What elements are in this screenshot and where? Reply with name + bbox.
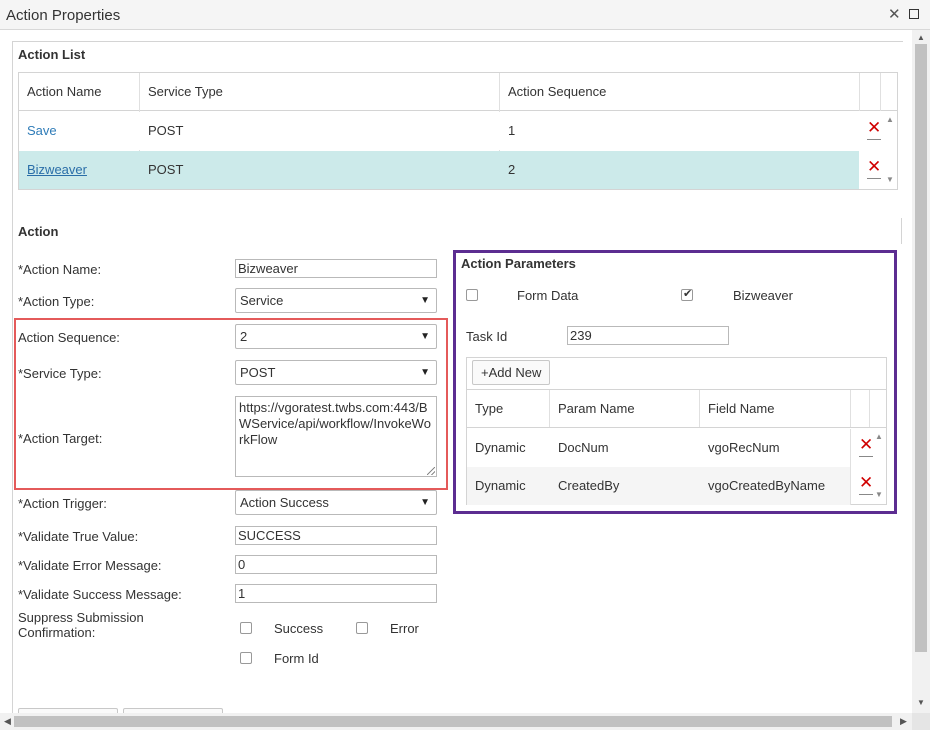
action-name-link[interactable]: Bizweaver: [19, 151, 139, 189]
delete-x-icon[interactable]: ✕: [867, 158, 881, 179]
suppress-label-2: Confirmation:: [18, 625, 96, 640]
task-id-label: Task Id: [466, 329, 508, 344]
form-data-label: Form Data: [517, 288, 579, 303]
suppress-formid-checkbox[interactable]: [240, 652, 252, 664]
column-header-service-type[interactable]: Service Type: [140, 73, 500, 111]
action-trigger-value: Action Success: [240, 495, 329, 510]
scrollbar-thumb[interactable]: [14, 716, 892, 727]
highlight-box-red: [14, 318, 448, 490]
validate-true-input[interactable]: SUCCESS: [235, 526, 437, 545]
task-id-input[interactable]: 239: [567, 326, 729, 345]
table-row-selected[interactable]: Bizweaver POST 2: [19, 151, 859, 189]
service-type-cell: POST: [148, 123, 184, 138]
validate-success-label: *Validate Success Message:: [18, 587, 182, 602]
suppress-label: Suppress Submission: [18, 610, 144, 625]
close-icon[interactable]: ✕: [888, 5, 901, 23]
suppress-error-checkbox[interactable]: [356, 622, 368, 634]
column-header-action-sequence[interactable]: Action Sequence: [500, 73, 860, 111]
horizontal-scrollbar[interactable]: ◀ ▶: [0, 713, 912, 730]
validate-error-input[interactable]: 0: [235, 555, 437, 574]
bizweaver-label: Bizweaver: [733, 288, 793, 303]
dialog-content: Action List Action Name Service Type Act…: [12, 41, 903, 713]
dialog-title: Action Properties: [6, 7, 121, 24]
field-name-cell: vgoRecNum: [708, 440, 780, 455]
add-new-button[interactable]: +Add New: [472, 360, 550, 385]
validate-success-input[interactable]: 1: [235, 584, 437, 603]
action-name-input[interactable]: Bizweaver: [235, 259, 437, 278]
suppress-success-label: Success: [274, 621, 324, 636]
action-list-grid: Action Name Service Type Action Sequence…: [18, 72, 898, 190]
bizweaver-checkbox[interactable]: [681, 287, 693, 301]
chevron-down-icon: ▼: [420, 497, 430, 508]
form-data-checkbox[interactable]: [466, 289, 478, 301]
scroll-down-icon[interactable]: ▼: [917, 698, 925, 707]
suppress-success-checkbox[interactable]: [240, 622, 252, 634]
vertical-scrollbar[interactable]: ▲ ▼: [912, 30, 930, 713]
parameters-header: Type Param Name Field Name: [467, 389, 886, 428]
delete-x-icon[interactable]: ✕: [859, 436, 873, 457]
suppress-formid-label: Form Id: [274, 651, 319, 666]
action-type-value: Service: [240, 293, 284, 308]
action-name-label: *Action Name:: [18, 262, 102, 277]
action-sequence-cell: 1: [508, 123, 516, 138]
column-header-param-name[interactable]: Param Name: [550, 390, 700, 428]
param-type-cell: Dynamic: [475, 478, 526, 493]
scroll-down-icon[interactable]: ▼: [886, 175, 894, 184]
scroll-left-icon[interactable]: ◀: [4, 716, 11, 727]
suppress-error-label: Error: [390, 621, 419, 636]
param-type-cell: Dynamic: [475, 440, 526, 455]
column-header-field-name[interactable]: Field Name: [700, 390, 850, 428]
validate-true-label: *Validate True Value:: [18, 529, 139, 544]
param-name-cell: CreatedBy: [558, 478, 620, 493]
table-row[interactable]: Save POST 1: [19, 112, 859, 150]
action-section-title: Action: [18, 224, 59, 239]
parameters-grid: +Add New Type Param Name Field Name Dyna…: [466, 357, 887, 505]
action-trigger-label: *Action Trigger:: [18, 496, 107, 511]
validate-error-label: *Validate Error Message:: [18, 558, 162, 573]
column-header-action-name[interactable]: Action Name: [19, 73, 139, 111]
delete-x-icon[interactable]: ✕: [867, 119, 881, 140]
table-row[interactable]: Dynamic CreatedBy vgoCreatedByName: [467, 467, 851, 505]
scroll-right-icon[interactable]: ▶: [900, 716, 907, 727]
delete-x-icon[interactable]: ✕: [859, 474, 873, 495]
action-sequence-cell: 2: [508, 162, 516, 177]
action-list-title: Action List: [18, 47, 86, 62]
action-name-link[interactable]: Save: [19, 112, 139, 150]
action-list-header: Action Name Service Type Action Sequence: [19, 73, 897, 111]
scrollbar-thumb[interactable]: [915, 44, 927, 652]
param-name-cell: DocNum: [558, 440, 609, 455]
dialog-titlebar: Action Properties ✕: [0, 0, 930, 30]
field-name-cell: vgoCreatedByName: [708, 478, 826, 493]
maximize-icon[interactable]: [909, 9, 919, 19]
scroll-up-icon[interactable]: ▲: [875, 432, 883, 441]
action-parameters-title: Action Parameters: [461, 256, 576, 271]
table-row[interactable]: Dynamic DocNum vgoRecNum: [467, 429, 851, 467]
scrollbar-corner: [912, 713, 930, 730]
action-type-select[interactable]: Service ▼: [235, 288, 437, 313]
chevron-down-icon: ▼: [420, 295, 430, 306]
scroll-up-icon[interactable]: ▲: [917, 33, 925, 42]
scroll-down-icon[interactable]: ▼: [875, 490, 883, 499]
action-trigger-select[interactable]: Action Success ▼: [235, 490, 437, 515]
scroll-up-icon[interactable]: ▲: [886, 115, 894, 124]
action-type-label: *Action Type:: [18, 294, 95, 309]
service-type-cell: POST: [148, 162, 184, 177]
column-header-type[interactable]: Type: [467, 390, 549, 428]
